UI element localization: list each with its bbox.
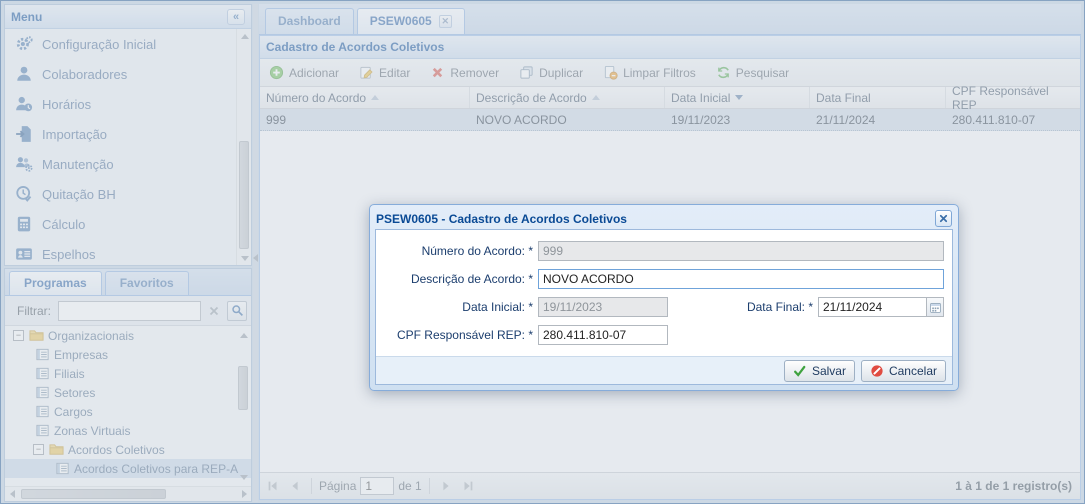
save-button-label: Salvar	[812, 364, 846, 378]
data-inicial-label: Data Inicial: *	[384, 300, 533, 314]
check-icon	[793, 364, 807, 378]
form-row-descricao: Descrição de Acordo: *	[384, 269, 944, 289]
data-final-field[interactable]	[818, 297, 927, 317]
dialog-titlebar[interactable]: PSEW0605 - Cadastro de Acordos Coletivos	[375, 208, 953, 229]
cancel-icon	[870, 364, 884, 378]
data-final-label: Data Final: *	[747, 300, 813, 314]
numero-label: Número do Acordo: *	[384, 244, 533, 258]
cancel-button[interactable]: Cancelar	[861, 360, 946, 382]
form-row-numero: Número do Acordo: *	[384, 241, 944, 261]
form-row-datas: Data Inicial: * Data Final: *	[384, 297, 944, 317]
close-icon	[938, 213, 949, 224]
date-picker-button[interactable]	[926, 297, 944, 317]
descricao-field[interactable]	[538, 269, 944, 289]
form-row-cpf: CPF Responsável REP: *	[384, 325, 944, 345]
dialog-form: Número do Acordo: * Descrição de Acordo:…	[376, 230, 952, 356]
cpf-label: CPF Responsável REP: *	[384, 328, 533, 342]
save-button[interactable]: Salvar	[784, 360, 855, 382]
calendar-icon	[929, 301, 942, 314]
edit-dialog: PSEW0605 - Cadastro de Acordos Coletivos…	[369, 204, 959, 391]
data-final-group: Data Final: *	[747, 297, 944, 317]
app-window: Menu « Configuração Inicial Colaboradore…	[0, 0, 1085, 504]
numero-field[interactable]	[538, 241, 944, 261]
dialog-footer: Salvar Cancelar	[376, 356, 952, 384]
descricao-label: Descrição de Acordo: *	[384, 272, 533, 286]
close-dialog-button[interactable]	[935, 210, 952, 227]
data-inicial-field[interactable]	[538, 297, 668, 317]
cpf-field[interactable]	[538, 325, 668, 345]
cancel-button-label: Cancelar	[889, 364, 937, 378]
dialog-title: PSEW0605 - Cadastro de Acordos Coletivos	[376, 212, 627, 226]
dialog-body-frame: Número do Acordo: * Descrição de Acordo:…	[375, 229, 953, 385]
